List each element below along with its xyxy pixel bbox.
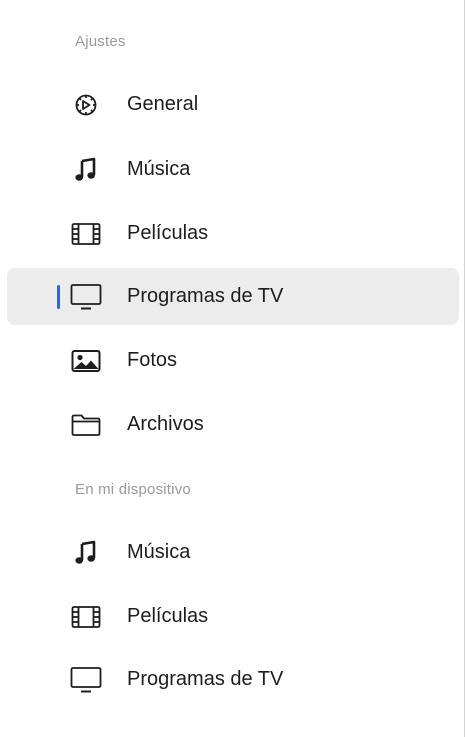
film-icon [68,600,104,633]
sidebar-item-label: Música [127,158,191,180]
device-item-musica[interactable]: Música [7,524,459,581]
selection-indicator [57,285,60,309]
tv-icon [68,280,104,313]
sidebar-item-label: Películas [127,605,209,627]
tv-icon [68,663,104,696]
sidebar-item-label: Programas de TV [127,668,284,690]
folder-icon [68,408,104,441]
sidebar-item-programas-de-tv[interactable]: Programas de TV [7,268,459,325]
photo-icon [68,344,104,377]
sidebar-item-peliculas[interactable]: Películas [7,205,459,262]
sidebar-item-label: Música [127,541,191,563]
gear-icon [68,88,104,121]
sidebar-item-label: Películas [127,222,209,244]
sidebar-item-label: Programas de TV [127,285,284,307]
sidebar-item-label: Archivos [127,413,204,435]
sidebar-item-label: General [127,93,199,115]
music-note-icon [68,536,104,569]
sidebar-item-fotos[interactable]: Fotos [7,332,459,389]
sidebar-item-musica[interactable]: Música [7,141,459,198]
section-title-ajustes: Ajustes [75,33,126,50]
sidebar-item-label: Fotos [127,349,178,371]
music-note-icon [68,153,104,186]
sidebar: Ajustes General Música Películas Program… [0,0,465,737]
sidebar-item-archivos[interactable]: Archivos [7,396,459,453]
film-icon [68,217,104,250]
device-item-programas-de-tv[interactable]: Programas de TV [7,651,459,708]
device-item-peliculas[interactable]: Películas [7,588,459,645]
section-title-en-mi-dispositivo: En mi dispositivo [75,481,191,498]
sidebar-item-general[interactable]: General [7,76,459,133]
